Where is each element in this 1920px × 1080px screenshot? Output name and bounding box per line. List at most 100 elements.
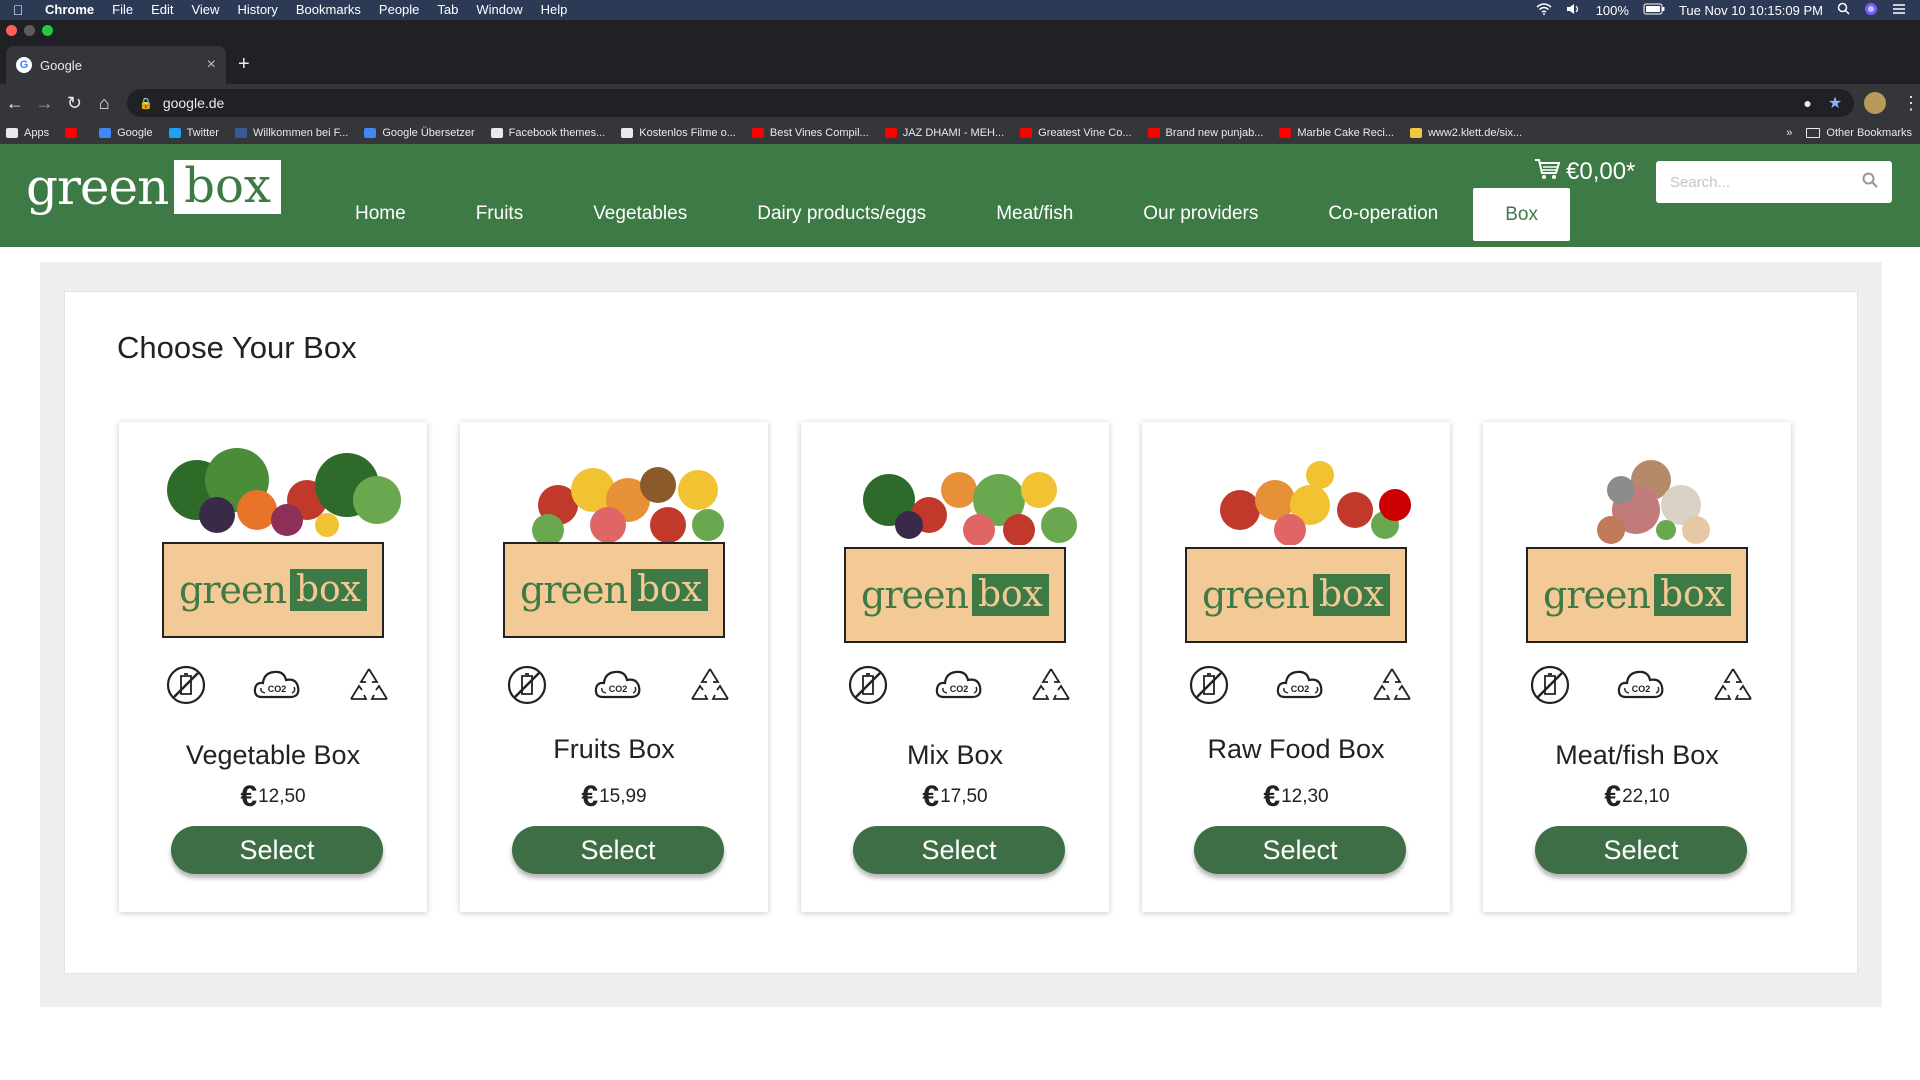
bookmark-star-icon[interactable]: ★ xyxy=(1828,93,1842,113)
zoom-window-button[interactable] xyxy=(42,25,53,36)
other-bookmarks[interactable]: Other Bookmarks xyxy=(1826,127,1912,139)
bookmark-favicon-icon xyxy=(751,128,764,138)
address-bar[interactable]: 🔒 google.de ● ★ xyxy=(127,89,1855,117)
bookmark-label: Twitter xyxy=(186,127,219,139)
bookmark-item[interactable]: Brand new punjab... xyxy=(1147,127,1263,139)
close-window-button[interactable] xyxy=(6,25,17,36)
nav-co-operation[interactable]: Co-operation xyxy=(1293,194,1473,244)
menu-tab[interactable]: Tab xyxy=(428,0,467,20)
cart-total[interactable]: €0,00* xyxy=(1566,158,1635,186)
cart[interactable]: €0,00* xyxy=(1534,158,1635,186)
bookmark-item[interactable]: Willkommen bei F... xyxy=(234,127,348,139)
apple-icon[interactable]:  xyxy=(0,2,36,18)
bookmark-favicon-icon xyxy=(234,128,247,138)
menu-window[interactable]: Window xyxy=(467,0,531,20)
bookmark-label: Best Vines Compil... xyxy=(769,127,869,139)
bookmark-item[interactable]: www2.klett.de/six... xyxy=(1409,127,1522,139)
site-logo[interactable]: green box xyxy=(26,158,281,216)
battery-icon[interactable] xyxy=(1643,3,1665,18)
notification-center-icon[interactable] xyxy=(1892,3,1906,18)
bookmark-item[interactable]: Twitter xyxy=(168,127,219,139)
box-name: Raw Food Box xyxy=(1207,734,1385,764)
select-box-button[interactable]: Select xyxy=(853,826,1065,874)
logo-text-box: box xyxy=(174,160,281,214)
search-input[interactable] xyxy=(1670,173,1850,191)
no-plastic-icon xyxy=(507,665,547,705)
new-tab-icon[interactable]: + xyxy=(238,53,250,76)
box-name: Vegetable Box xyxy=(185,740,361,770)
box-image: green box xyxy=(839,430,1099,643)
chrome-menu-icon[interactable]: ⋮ xyxy=(1902,93,1920,114)
recycle-icon xyxy=(1373,668,1411,700)
bookmark-label: Google Übersetzer xyxy=(382,127,475,139)
siri-icon[interactable] xyxy=(1864,2,1878,19)
cart-icon[interactable] xyxy=(1534,158,1561,186)
bookmark-item[interactable]: Facebook themes... xyxy=(490,127,605,139)
co2-cloud-icon: CO2 xyxy=(935,670,982,699)
bookmark-item[interactable]: Apps xyxy=(6,127,49,139)
select-box-button[interactable]: Select xyxy=(1194,826,1406,874)
extension-icon[interactable] xyxy=(1864,92,1887,114)
co2-cloud-icon: CO2 xyxy=(594,670,641,699)
menu-people[interactable]: People xyxy=(370,0,428,20)
more-bookmarks-icon[interactable]: » xyxy=(1786,127,1792,139)
select-box-button[interactable]: Select xyxy=(171,826,383,874)
back-icon[interactable]: ← xyxy=(0,93,30,114)
search-icon[interactable] xyxy=(1862,172,1878,193)
forward-icon[interactable]: → xyxy=(30,93,60,114)
crate-logo: green box xyxy=(1185,547,1407,643)
bookmark-item[interactable]: Greatest Vine Co... xyxy=(1020,127,1132,139)
nav-home[interactable]: Home xyxy=(320,194,441,244)
search-box[interactable] xyxy=(1656,161,1892,203)
eco-icons: CO2 xyxy=(847,664,1073,706)
menu-bookmarks[interactable]: Bookmarks xyxy=(287,0,370,20)
folder-icon xyxy=(1806,128,1821,138)
page-title: Choose Your Box xyxy=(117,330,357,365)
close-tab-icon[interactable]: × xyxy=(207,56,216,74)
box-name: Mix Box xyxy=(906,740,1004,770)
wifi-icon[interactable] xyxy=(1536,2,1552,18)
reload-icon[interactable]: ↻ xyxy=(60,93,90,114)
bookmark-favicon-icon xyxy=(1279,128,1292,138)
nav-vegetables[interactable]: Vegetables xyxy=(558,194,722,244)
select-box-button[interactable]: Select xyxy=(1535,826,1747,874)
bookmark-item[interactable]: Best Vines Compil... xyxy=(751,127,869,139)
url-text[interactable]: google.de xyxy=(163,95,225,111)
box-image: green box xyxy=(1180,430,1440,643)
select-box-button[interactable]: Select xyxy=(512,826,724,874)
menu-file[interactable]: File xyxy=(103,0,142,20)
euro-symbol: € xyxy=(922,780,940,813)
co2-cloud-icon: CO2 xyxy=(1276,670,1323,699)
bookmark-label: Kostenlos Filme o... xyxy=(639,127,736,139)
bookmark-item[interactable]: Marble Cake Reci... xyxy=(1279,127,1394,139)
volume-icon[interactable] xyxy=(1566,3,1582,18)
bookmark-item[interactable]: Kostenlos Filme o... xyxy=(621,127,736,139)
lock-icon[interactable]: 🔒 xyxy=(139,97,153,110)
clock[interactable]: Tue Nov 10 10:15:09 PM xyxy=(1679,3,1823,18)
home-icon[interactable]: ⌂ xyxy=(89,93,119,114)
nav-meat-fish[interactable]: Meat/fish xyxy=(961,194,1108,244)
bookmark-item[interactable]: Google xyxy=(99,127,153,139)
menu-history[interactable]: History xyxy=(228,0,286,20)
crate-logo-box: box xyxy=(1653,574,1731,616)
google-favicon-icon: G xyxy=(16,57,32,73)
menu-view[interactable]: View xyxy=(182,0,228,20)
menu-edit[interactable]: Edit xyxy=(142,0,182,20)
bookmark-item[interactable]: JAZ DHAMI - MEH... xyxy=(884,127,1004,139)
minimize-window-button[interactable] xyxy=(24,25,35,36)
box-price-value: 17,50 xyxy=(940,786,988,807)
bookmark-item[interactable]: Google Übersetzer xyxy=(364,127,475,139)
nav-box[interactable]: Box xyxy=(1473,188,1570,241)
location-icon[interactable]: ● xyxy=(1803,95,1811,111)
spotlight-icon[interactable] xyxy=(1837,2,1850,18)
menu-help[interactable]: Help xyxy=(532,0,577,20)
bookmark-label: Apps xyxy=(24,127,50,139)
nav-fruits[interactable]: Fruits xyxy=(441,194,559,244)
bookmark-item[interactable] xyxy=(65,128,83,138)
browser-tab[interactable]: G Google × xyxy=(6,46,226,84)
crate-logo-green: green xyxy=(861,573,969,617)
nav-our-providers[interactable]: Our providers xyxy=(1108,194,1293,244)
euro-symbol: € xyxy=(1604,780,1622,813)
nav-dairy-eggs[interactable]: Dairy products/eggs xyxy=(722,194,961,244)
menu-app[interactable]: Chrome xyxy=(36,0,103,20)
